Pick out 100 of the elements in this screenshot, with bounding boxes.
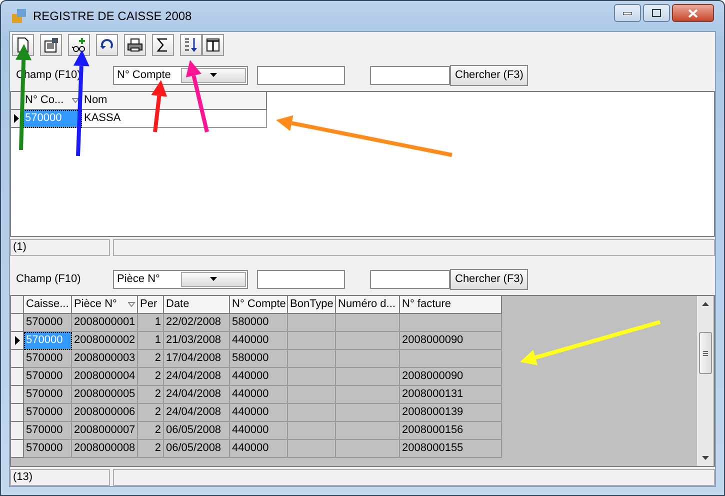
table-cell: 580000: [230, 350, 288, 368]
scroll-thumb[interactable]: [698, 332, 712, 374]
field-dropdown[interactable]: N° Compte: [113, 66, 248, 84]
table-cell: KASSA: [82, 110, 267, 128]
column-header[interactable]: N° Co...: [23, 92, 82, 110]
scroll-down-icon: [702, 456, 708, 460]
toolbar-button[interactable]: [152, 34, 174, 56]
field-dropdown[interactable]: Pièce N°: [113, 270, 248, 288]
dropdown-arrow-icon: [210, 73, 217, 77]
table-cell: 570000: [24, 368, 72, 386]
table-cell: 24/04/2008: [164, 386, 230, 404]
toolbar-button[interactable]: [124, 34, 146, 56]
table-cell: 440000: [230, 440, 288, 458]
toolbar-button[interactable]: [68, 34, 90, 56]
toolbar-button[interactable]: [40, 34, 62, 56]
vertical-scrollbar[interactable]: [697, 296, 713, 466]
table-cell: 1: [138, 332, 164, 350]
search-input[interactable]: [370, 66, 450, 84]
table-cell: 440000: [230, 368, 288, 386]
table-cell: 2008000007: [72, 422, 138, 440]
table-cell: 2008000008: [72, 440, 138, 458]
table-cell: 06/05/2008: [164, 440, 230, 458]
table-cell: 440000: [230, 404, 288, 422]
sort-indicator-icon: [128, 302, 135, 307]
table-cell: 24/04/2008: [164, 368, 230, 386]
search-button[interactable]: Chercher (F3): [450, 64, 528, 86]
scroll-up-icon: [702, 302, 708, 306]
table-cell: 1: [138, 314, 164, 332]
minimize-button[interactable]: [614, 4, 641, 22]
dropdown-arrow-icon: [210, 277, 217, 281]
table-cell: 24/04/2008: [164, 404, 230, 422]
close-icon: [688, 8, 698, 18]
table-cell: 2008000003: [72, 350, 138, 368]
columns-icon: [205, 37, 221, 53]
maximize-icon: [652, 9, 661, 17]
toolbar-button[interactable]: [202, 34, 224, 56]
current-row-icon: [14, 114, 19, 123]
table-cell: 570000: [24, 332, 72, 350]
column-header[interactable]: N° facture: [400, 296, 502, 314]
search-button[interactable]: Chercher (F3): [450, 268, 528, 290]
record-count: (1): [10, 239, 110, 256]
search-input[interactable]: [370, 270, 450, 288]
app-icon: [11, 8, 27, 24]
column-header[interactable]: BonType: [288, 296, 336, 314]
table-cell: [336, 386, 400, 404]
table-cell: 570000: [23, 110, 82, 128]
table-cell: [336, 314, 400, 332]
table-cell: 440000: [230, 386, 288, 404]
table-cell: 17/04/2008: [164, 350, 230, 368]
table-cell: [288, 332, 336, 350]
table-cell: [336, 368, 400, 386]
column-header[interactable]: Numéro d...: [336, 296, 400, 314]
table-cell: [288, 350, 336, 368]
table-cell: 570000: [24, 440, 72, 458]
table-cell: 2: [138, 440, 164, 458]
table-cell: 2: [138, 350, 164, 368]
toolbar-button[interactable]: [96, 34, 118, 56]
sort-indicator-icon: [72, 98, 79, 103]
toolbar-button[interactable]: [180, 34, 202, 56]
maximize-button[interactable]: [643, 4, 670, 22]
column-header[interactable]: Caisse...: [24, 296, 72, 314]
table-cell: 2008000001: [72, 314, 138, 332]
table-cell: 440000: [230, 422, 288, 440]
table-cell: 2008000090: [400, 332, 502, 350]
table-cell: [288, 386, 336, 404]
close-button[interactable]: [672, 4, 714, 22]
minimize-icon: [623, 12, 632, 14]
window-title: REGISTRE DE CAISSE 2008: [33, 9, 193, 23]
table-cell: [288, 422, 336, 440]
table-cell: 2008000090: [400, 368, 502, 386]
table-cell: 570000: [24, 404, 72, 422]
table-cell: 22/02/2008: [164, 314, 230, 332]
filter-input[interactable]: [257, 66, 345, 84]
table-cell: 2: [138, 404, 164, 422]
table-cell: [288, 440, 336, 458]
column-header[interactable]: Nom: [82, 92, 267, 110]
properties-icon: [43, 37, 59, 53]
table-cell: 2008000156: [400, 422, 502, 440]
column-header[interactable]: Per: [138, 296, 164, 314]
table-cell: 2: [138, 422, 164, 440]
table-cell: 580000: [230, 314, 288, 332]
glasses-plus-icon: [71, 37, 87, 53]
table-cell: 2: [138, 386, 164, 404]
table-cell: 570000: [24, 422, 72, 440]
row-selector[interactable]: [11, 332, 24, 350]
table-cell: 2: [138, 368, 164, 386]
column-header[interactable]: Pièce N°: [72, 296, 138, 314]
table-cell: 2008000006: [72, 404, 138, 422]
column-header[interactable]: N° Compte: [230, 296, 288, 314]
table-cell: 570000: [24, 386, 72, 404]
column-header[interactable]: Date: [164, 296, 230, 314]
table-cell: 570000: [24, 350, 72, 368]
field-label: Champ (F10): [16, 273, 82, 285]
table-cell: [336, 332, 400, 350]
table-cell: [288, 404, 336, 422]
record-count: (13): [10, 469, 110, 486]
table-cell: [336, 440, 400, 458]
printer-icon: [127, 37, 143, 53]
table-cell: 440000: [230, 332, 288, 350]
filter-input[interactable]: [257, 270, 345, 288]
